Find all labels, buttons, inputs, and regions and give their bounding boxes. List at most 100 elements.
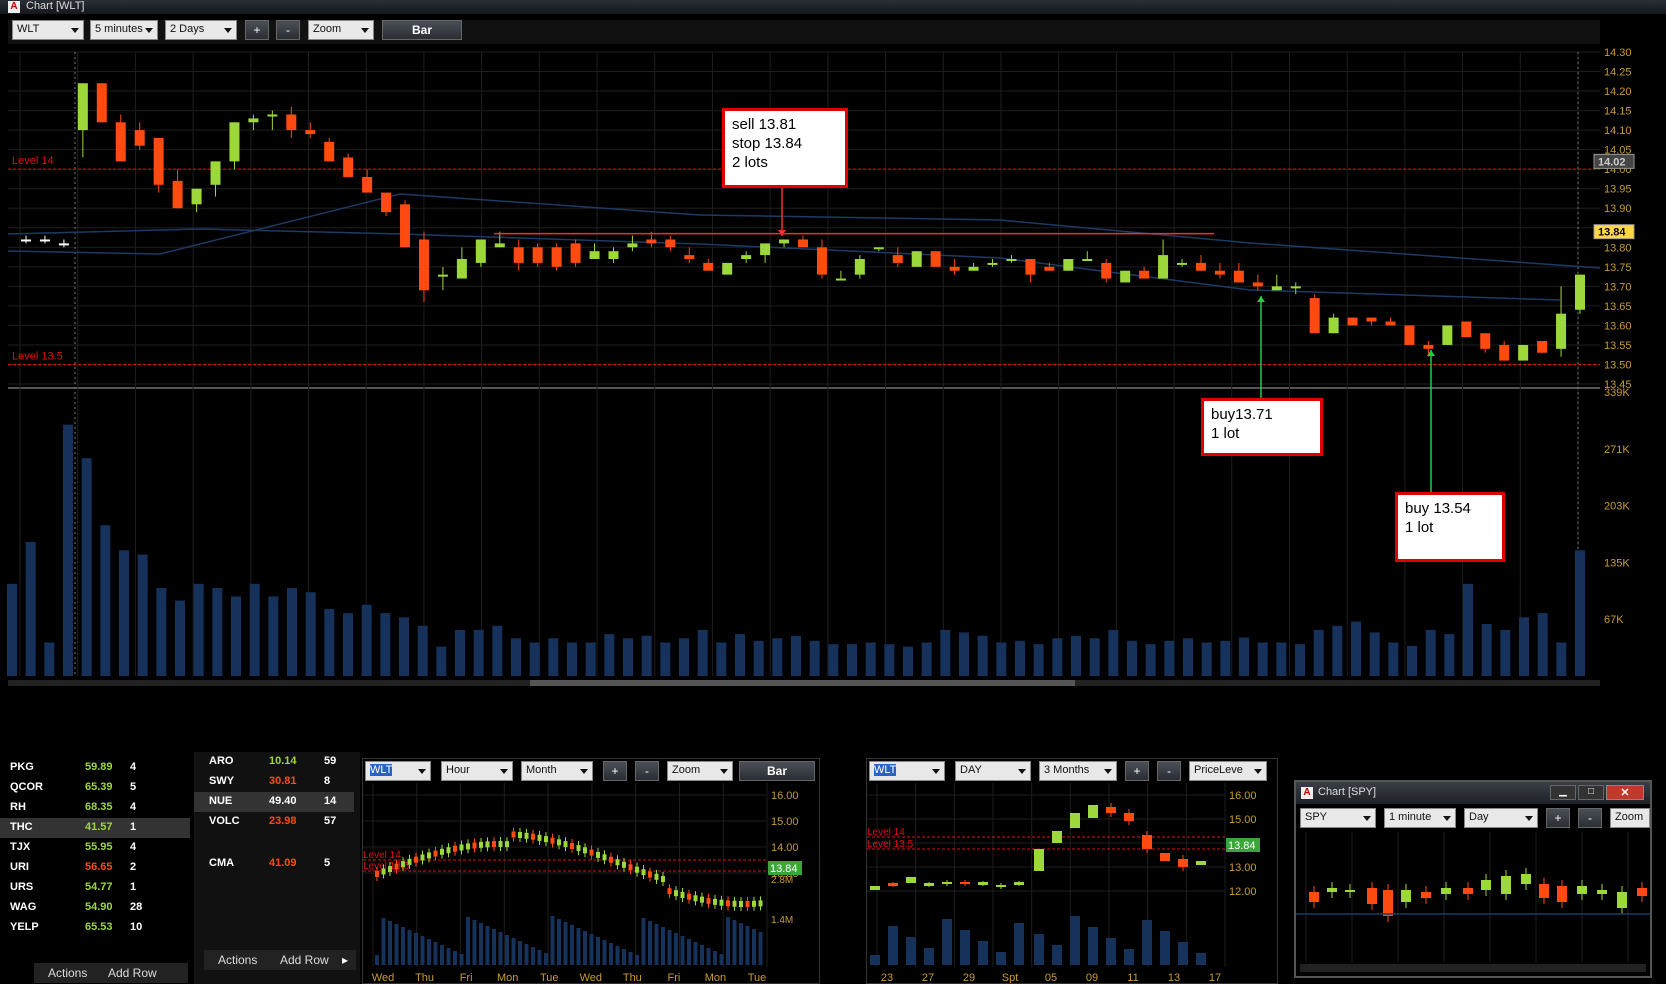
chart3-style-select[interactable]: PriceLeve (1189, 761, 1267, 781)
y-tick-label: 14.10 (1604, 125, 1632, 137)
watchlist-row[interactable]: TJX 55.95 4 (0, 838, 190, 858)
volume-bar (388, 921, 392, 965)
spy-interval-select[interactable]: 1 minute (1384, 808, 1456, 828)
spy-symbol-select[interactable]: SPY (1300, 808, 1376, 828)
watchlist-row[interactable]: NUE 49.40 14 (194, 792, 354, 812)
chart3-symbol-select[interactable]: WLT (869, 761, 945, 781)
volume-bar (1052, 945, 1062, 965)
candle-body (758, 900, 763, 907)
close-icon[interactable]: ✕ (1606, 785, 1644, 800)
candle-body (77, 83, 88, 131)
volume-bar (505, 935, 509, 965)
add-row-button[interactable]: Add Row (280, 953, 329, 967)
watchlist-row[interactable]: PKG 59.89 4 (0, 758, 190, 778)
zoom-out-button[interactable]: - (276, 20, 300, 40)
candle-body (719, 899, 724, 906)
chart3-range-select[interactable]: 3 Months (1039, 761, 1117, 781)
candle-body (453, 845, 457, 852)
watchlist-row[interactable]: YELP 65.53 10 (0, 918, 190, 938)
candle-body (1366, 317, 1377, 322)
candle-body (1196, 861, 1206, 865)
watchlist-row[interactable]: VOLC 23.98 57 (194, 812, 354, 832)
candle-body (505, 841, 509, 848)
watchlist-row[interactable]: URS 54.77 1 (0, 878, 190, 898)
candle-body (576, 845, 581, 852)
candle-body (1537, 341, 1548, 353)
candle-body (741, 255, 752, 260)
minimize-icon[interactable]: ▁ (1550, 785, 1576, 800)
spy-zoom-select[interactable]: Zoom (1610, 808, 1650, 828)
chart3-plot[interactable]: 16.0015.0014.0013.0012.00Level 14Level 1… (867, 783, 1277, 983)
candle-body (1539, 884, 1549, 898)
watchlist-row[interactable]: ARO 10.14 59 (194, 752, 354, 772)
candle-body (551, 247, 562, 267)
volume-bar (960, 930, 970, 965)
watchlist-sym: SWY (209, 775, 235, 787)
chart2-interval-select[interactable]: Hour (441, 761, 513, 781)
volume-bar (1276, 642, 1287, 676)
spy-titlebar: A Chart [SPY] ▁ □ ✕ (1296, 782, 1650, 804)
watchlist-row[interactable]: URI 56.65 2 (0, 858, 190, 878)
chart2-style-button[interactable]: Bar (739, 761, 815, 781)
watchlist-row[interactable]: WAG 54.90 28 (0, 898, 190, 918)
symbol-select[interactable]: WLT (12, 20, 84, 40)
maximize-icon[interactable]: □ (1578, 785, 1604, 800)
spy-zoom-in-button[interactable]: + (1546, 808, 1570, 828)
candle-body (21, 239, 31, 242)
spy-plot[interactable] (1296, 832, 1650, 976)
volume-bar (903, 646, 913, 676)
scroll-right-icon[interactable]: ▸ (342, 953, 348, 967)
chevron-down-icon (1363, 816, 1371, 821)
actions-button[interactable]: Actions (48, 966, 87, 980)
volume-bar (381, 918, 386, 965)
sell-annotation: sell 13.81 stop 13.84 2 lots (722, 108, 848, 188)
candle-body (1518, 344, 1529, 361)
zoom-in-button[interactable]: + (245, 20, 269, 40)
volume-tick-label: 2.8M (771, 875, 793, 886)
x-tick-label: 13 (1168, 972, 1180, 983)
actions-button[interactable]: Actions (218, 953, 257, 967)
chart2-range-select[interactable]: Month (521, 761, 593, 781)
y-tick-label: 13.60 (1604, 320, 1632, 332)
chart2-plot[interactable]: 16.0015.0014.0013.00Level 14Level 13.513… (363, 783, 819, 983)
candle-body (563, 841, 568, 848)
chart2-symbol-select[interactable]: WLT (365, 761, 431, 781)
x-tick-label: Thu (623, 972, 642, 983)
chart3-interval-select[interactable]: DAY (955, 761, 1031, 781)
range-select[interactable]: 2 Days (165, 20, 237, 40)
watchlist-row[interactable]: CMA 41.09 5 (194, 854, 354, 874)
watchlist-price: 23.98 (269, 815, 297, 827)
volume-bar (1196, 953, 1206, 965)
chevron-down-icon (145, 28, 153, 33)
y-tick-label: 13.65 (1604, 301, 1632, 313)
watchlist-row[interactable]: THC 41.57 1 (0, 818, 190, 838)
spy-zoom-out-button[interactable]: - (1578, 808, 1602, 828)
volume-bar (81, 458, 92, 676)
chart3-zoom-out-button[interactable]: - (1157, 761, 1181, 781)
candle-body (628, 864, 633, 871)
chart3-zoom-in-button[interactable]: + (1125, 761, 1149, 781)
volume-bar (828, 644, 839, 676)
chart2-zoom-in-button[interactable]: + (603, 761, 627, 781)
candle-body (494, 243, 505, 248)
watchlist-row[interactable]: RH 68.35 4 (0, 798, 190, 818)
volume-bar (1124, 949, 1134, 965)
watchlist-row[interactable]: QCOR 65.39 5 (0, 778, 190, 798)
candle-body (722, 262, 733, 275)
candle-body (1637, 888, 1647, 896)
chart2-zoom-out-button[interactable]: - (635, 761, 659, 781)
x-tick-label: 27 (922, 972, 934, 983)
candle-body (1423, 344, 1434, 349)
spy-range-select[interactable]: Day (1464, 808, 1538, 828)
candle-body (524, 832, 529, 839)
watchlist-qty: 1 (130, 881, 137, 893)
watchlist-sym: TJX (10, 841, 31, 853)
volume-bar (492, 625, 503, 676)
interval-select[interactable]: 5 minutes (90, 20, 158, 40)
zoom-select[interactable]: Zoom (308, 20, 374, 40)
watchlist-row[interactable]: SWY 30.81 8 (194, 772, 354, 792)
chart2-zoom-select[interactable]: Zoom (667, 761, 733, 781)
add-row-button[interactable]: Add Row (108, 966, 157, 980)
volume-bar (1295, 644, 1305, 676)
bar-style-button[interactable]: Bar (382, 20, 462, 40)
